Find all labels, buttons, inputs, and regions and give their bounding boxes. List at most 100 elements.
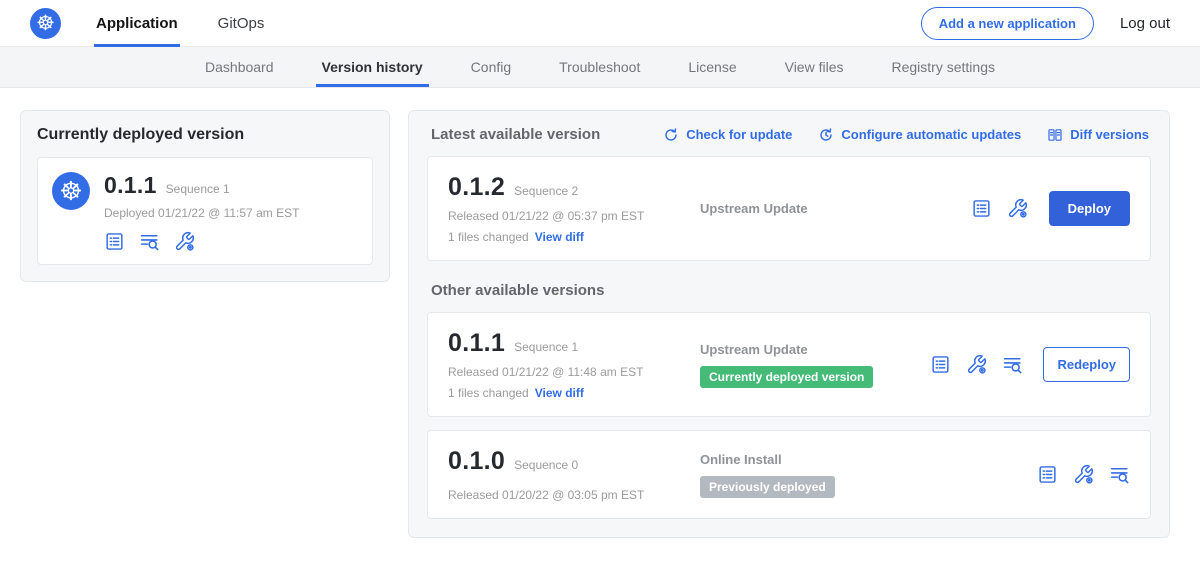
latest-version-files-row: 1 files changed View diff (448, 230, 700, 244)
diff-versions-label: Diff versions (1070, 127, 1149, 142)
view-files-icon[interactable] (1002, 354, 1023, 375)
latest-version-released: Released 01/21/22 @ 05:37 pm EST (448, 209, 700, 223)
version-source: Upstream Update (700, 342, 930, 357)
tab-gitops[interactable]: GitOps (216, 0, 267, 47)
subnav-troubleshoot[interactable]: Troubleshoot (535, 47, 664, 87)
logout-button[interactable]: Log out (1120, 15, 1170, 32)
header-tabs: Application GitOps (94, 0, 302, 47)
deployed-sequence: Sequence 1 (166, 182, 230, 196)
deployed-actions (104, 231, 299, 252)
tab-application[interactable]: Application (94, 0, 180, 47)
latest-version-source: Upstream Update (700, 201, 971, 216)
latest-version-number: 0.1.2 (448, 173, 505, 202)
subnav-version-history-label: Version history (322, 59, 423, 75)
check-for-update-link[interactable]: Check for update (663, 127, 792, 143)
version-actions (1037, 464, 1130, 485)
auto-update-clock-icon (818, 127, 834, 143)
latest-version-actions: Deploy (971, 191, 1130, 226)
app-subnav: Dashboard Version history Config Trouble… (0, 47, 1200, 88)
kubernetes-app-icon: ☸ (52, 172, 90, 210)
deployed-version-number: 0.1.1 (104, 172, 157, 199)
currently-deployed-panel: Currently deployed version ☸ 0.1.1 Seque… (20, 110, 390, 282)
view-files-icon[interactable] (1109, 464, 1130, 485)
latest-files-changed: 1 files changed (448, 230, 529, 244)
version-info: 0.1.0 Sequence 0 Released 01/20/22 @ 03:… (448, 447, 700, 502)
edit-config-icon[interactable] (1073, 464, 1094, 485)
deployed-version-card: ☸ 0.1.1 Sequence 1 Deployed 01/21/22 @ 1… (37, 157, 373, 265)
release-notes-icon[interactable] (971, 198, 992, 219)
version-number: 0.1.1 (448, 329, 505, 358)
version-actions: Redeploy (930, 347, 1130, 382)
subnav-version-history[interactable]: Version history (298, 47, 447, 87)
version-source: Online Install (700, 452, 1037, 467)
version-number: 0.1.0 (448, 447, 505, 476)
view-files-icon[interactable] (139, 231, 160, 252)
release-notes-icon[interactable] (104, 231, 125, 252)
files-changed: 1 files changed (448, 386, 529, 400)
version-row: 0.1.1 Sequence 1 (448, 329, 700, 358)
other-versions-title: Other available versions (431, 282, 1151, 299)
configure-automatic-updates-link[interactable]: Configure automatic updates (818, 127, 1021, 143)
latest-version-title: Latest available version (431, 126, 600, 143)
latest-version-source-block: Upstream Update (700, 201, 971, 216)
app-header: ☸ Application GitOps Add a new applicati… (0, 0, 1200, 47)
subnav-license[interactable]: License (664, 47, 760, 87)
latest-version-header: Latest available version Check for updat… (427, 126, 1151, 143)
diff-icon (1047, 127, 1063, 143)
release-notes-icon[interactable] (1037, 464, 1058, 485)
latest-version-sequence: Sequence 2 (514, 184, 578, 198)
version-card-0-1-0: 0.1.0 Sequence 0 Released 01/20/22 @ 03:… (427, 430, 1151, 519)
deployed-timestamp: Deployed 01/21/22 @ 11:57 am EST (104, 206, 299, 220)
view-diff-link[interactable]: View diff (535, 386, 584, 400)
version-sequence: Sequence 1 (514, 340, 578, 354)
version-files-row: 1 files changed View diff (448, 386, 700, 400)
version-card-latest: 0.1.2 Sequence 2 Released 01/21/22 @ 05:… (427, 156, 1151, 261)
tab-gitops-label: GitOps (218, 15, 265, 32)
version-row: 0.1.0 Sequence 0 (448, 447, 700, 476)
version-info: 0.1.1 Sequence 1 Released 01/21/22 @ 11:… (448, 329, 700, 400)
subnav-view-files[interactable]: View files (761, 47, 868, 87)
check-for-update-label: Check for update (686, 127, 792, 142)
tab-application-label: Application (96, 15, 178, 32)
subnav-registry-settings-label: Registry settings (892, 59, 995, 75)
kubernetes-wheel-glyph: ☸ (59, 178, 82, 204)
latest-version-info: 0.1.2 Sequence 2 Released 01/21/22 @ 05:… (448, 173, 700, 244)
version-source-block: Upstream Update Currently deployed versi… (700, 342, 930, 388)
version-sequence: Sequence 0 (514, 458, 578, 472)
kubernetes-wheel-glyph: ☸ (36, 13, 55, 34)
subnav-dashboard-label: Dashboard (205, 59, 274, 75)
currently-deployed-title: Currently deployed version (37, 126, 373, 144)
subnav-license-label: License (688, 59, 736, 75)
release-notes-icon[interactable] (930, 354, 951, 375)
main-content: Currently deployed version ☸ 0.1.1 Seque… (0, 88, 1200, 538)
add-application-button[interactable]: Add a new application (921, 7, 1094, 40)
version-released: Released 01/20/22 @ 03:05 pm EST (448, 488, 700, 502)
refresh-icon (663, 127, 679, 143)
diff-versions-link[interactable]: Diff versions (1047, 127, 1149, 143)
subnav-dashboard[interactable]: Dashboard (181, 47, 298, 87)
header-right: Add a new application Log out (921, 7, 1170, 40)
deployed-version-row: 0.1.1 Sequence 1 (104, 172, 299, 199)
latest-view-diff-link[interactable]: View diff (535, 230, 584, 244)
deploy-button[interactable]: Deploy (1049, 191, 1130, 226)
version-released: Released 01/21/22 @ 11:48 am EST (448, 365, 700, 379)
edit-config-icon[interactable] (174, 231, 195, 252)
subnav-view-files-label: View files (785, 59, 844, 75)
configure-automatic-updates-label: Configure automatic updates (841, 127, 1021, 142)
subnav-registry-settings[interactable]: Registry settings (868, 47, 1019, 87)
subnav-config[interactable]: Config (447, 47, 535, 87)
subnav-troubleshoot-label: Troubleshoot (559, 59, 640, 75)
version-header-actions: Check for update Configure automatic upd… (663, 127, 1149, 143)
deployed-version-info: 0.1.1 Sequence 1 Deployed 01/21/22 @ 11:… (104, 172, 299, 252)
version-card-0-1-1: 0.1.1 Sequence 1 Released 01/21/22 @ 11:… (427, 312, 1151, 417)
version-history-panel: Latest available version Check for updat… (408, 110, 1170, 538)
redeploy-button[interactable]: Redeploy (1043, 347, 1130, 382)
latest-version-row: 0.1.2 Sequence 2 (448, 173, 700, 202)
kubernetes-logo-icon: ☸ (30, 8, 61, 39)
version-source-block: Online Install Previously deployed (700, 452, 1037, 498)
currently-deployed-badge: Currently deployed version (700, 366, 873, 388)
previously-deployed-badge: Previously deployed (700, 476, 835, 498)
subnav-config-label: Config (471, 59, 511, 75)
edit-config-icon[interactable] (966, 354, 987, 375)
edit-config-icon[interactable] (1007, 198, 1028, 219)
